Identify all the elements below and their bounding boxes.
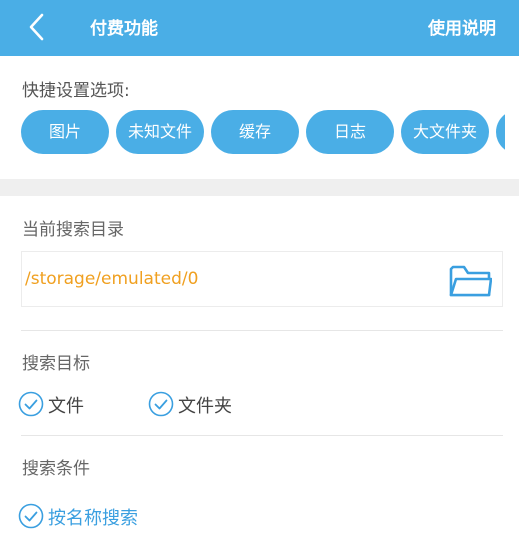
chip-partial[interactable] bbox=[496, 110, 505, 154]
quick-settings-section: 快捷设置选项: 图片 未知文件 缓存 日志 大文件夹 bbox=[0, 56, 519, 179]
check-circle-icon bbox=[148, 391, 174, 417]
folder-icon bbox=[449, 265, 493, 297]
top-app-bar: 付费功能 使用说明 bbox=[0, 0, 519, 56]
target-folder-label: 文件夹 bbox=[178, 396, 232, 417]
chip-cache[interactable]: 缓存 bbox=[211, 110, 299, 154]
condition-name-checkbox[interactable]: 按名称搜索 bbox=[18, 502, 158, 530]
search-dir-label: 当前搜索目录 bbox=[22, 220, 124, 240]
search-dir-path: /storage/emulated/0 bbox=[25, 269, 199, 289]
page-title: 付费功能 bbox=[90, 19, 158, 39]
chip-unknown-files[interactable]: 未知文件 bbox=[116, 110, 204, 154]
target-folder-checkbox[interactable]: 文件夹 bbox=[148, 390, 248, 418]
quick-settings-label: 快捷设置选项: bbox=[22, 81, 130, 101]
back-button[interactable] bbox=[22, 10, 56, 44]
section-separator bbox=[0, 179, 519, 196]
divider bbox=[21, 435, 503, 436]
help-button[interactable]: 使用说明 bbox=[428, 14, 496, 39]
quick-settings-chip-list[interactable]: 图片 未知文件 缓存 日志 大文件夹 bbox=[21, 110, 505, 156]
chevron-left-icon bbox=[29, 13, 44, 41]
divider bbox=[21, 330, 503, 331]
check-circle-icon bbox=[18, 391, 44, 417]
target-file-label: 文件 bbox=[48, 396, 84, 417]
condition-name-label: 按名称搜索 bbox=[48, 508, 138, 529]
chip-images[interactable]: 图片 bbox=[21, 110, 109, 154]
chip-large-folders[interactable]: 大文件夹 bbox=[401, 110, 489, 154]
check-circle-icon bbox=[18, 503, 44, 529]
browse-folder-button[interactable] bbox=[448, 260, 493, 300]
search-dir-field[interactable]: /storage/emulated/0 bbox=[21, 251, 503, 307]
search-target-label: 搜索目标 bbox=[22, 354, 90, 374]
chip-logs[interactable]: 日志 bbox=[306, 110, 394, 154]
search-condition-label: 搜索条件 bbox=[22, 459, 90, 479]
target-file-checkbox[interactable]: 文件 bbox=[18, 390, 98, 418]
search-options-panel: 当前搜索目录 /storage/emulated/0 搜索目标 文件 文件夹 搜… bbox=[0, 196, 519, 537]
